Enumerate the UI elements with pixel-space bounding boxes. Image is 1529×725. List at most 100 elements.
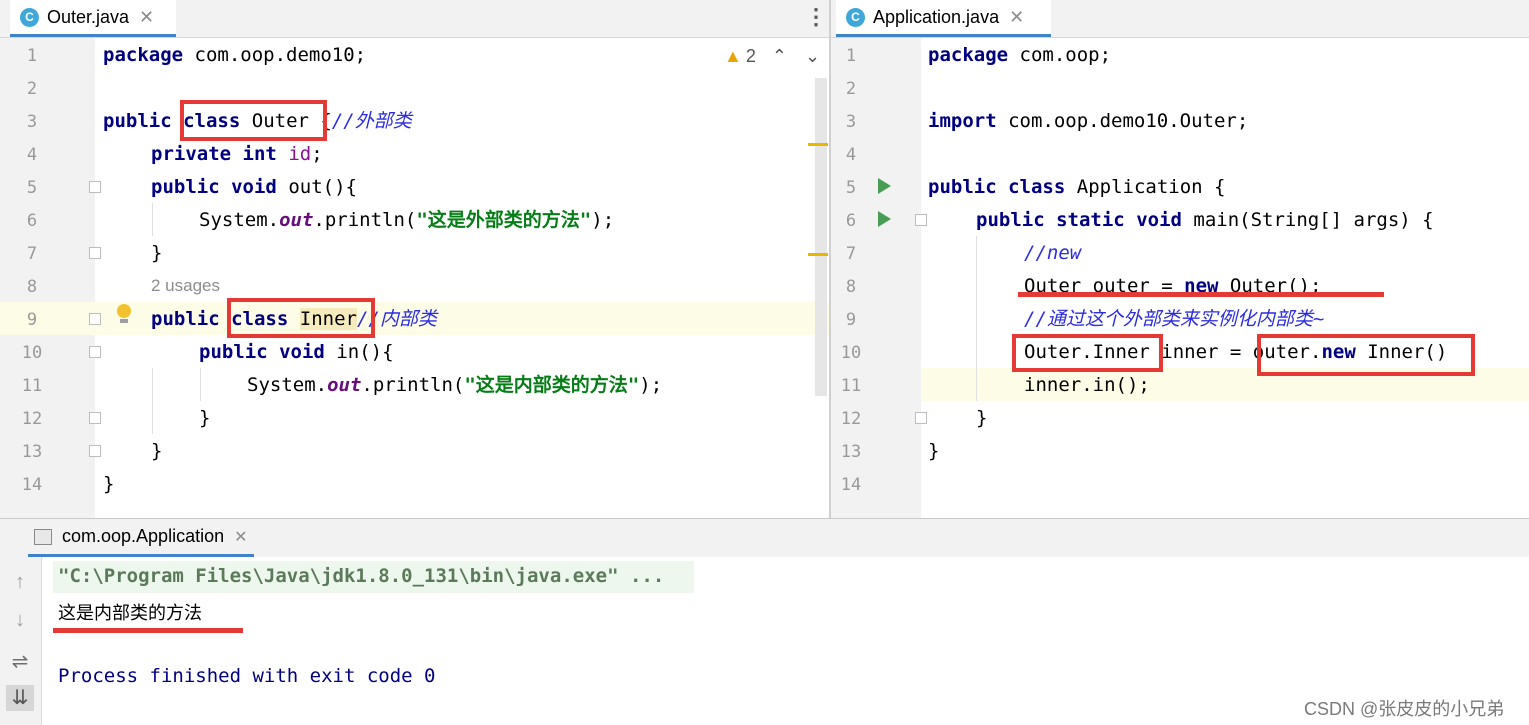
program-output: 这是内部类的方法 <box>58 603 202 624</box>
code-line-11: inner.in(); <box>1024 374 1150 396</box>
fold-icon[interactable] <box>89 247 101 259</box>
java-class-icon: C <box>20 7 39 27</box>
warning-indicator[interactable]: ▲ 2 ⌃ ⌄ <box>724 46 820 67</box>
tab-label: Application.java <box>873 6 1000 27</box>
line-number: 14 <box>840 475 862 495</box>
java-class-icon: C <box>846 7 865 27</box>
arrow-up-icon[interactable]: ↑ <box>10 571 30 593</box>
line-number: 4 <box>26 145 38 165</box>
line-number: 11 <box>21 376 43 396</box>
fold-icon[interactable] <box>915 214 927 226</box>
indent-guide <box>152 203 153 236</box>
line-number: 3 <box>845 112 857 132</box>
scroll-marker <box>808 143 828 146</box>
console-icon <box>34 528 52 545</box>
arrow-down-icon[interactable]: ↓ <box>10 609 30 631</box>
line-number: 9 <box>845 310 857 330</box>
tab-label: Outer.java <box>47 6 130 27</box>
line-number: 6 <box>845 211 857 231</box>
left-editor[interactable]: 1 2 3 4 5 6 7 8 9 10 11 12 13 14 package com.oop.demo… <box>0 38 829 518</box>
command-line: "C:\Program Files\Java\jdk1.8.0_131\bin\… <box>58 565 665 587</box>
soft-wrap-icon[interactable]: ⇌ <box>10 649 30 673</box>
code-line-12: } <box>151 440 163 462</box>
line-number: 8 <box>845 277 857 297</box>
fold-icon[interactable] <box>89 313 101 325</box>
line-number: 13 <box>840 442 862 462</box>
watermark: CSDN @张皮皮的小兄弟 <box>1304 699 1505 719</box>
run-tab[interactable]: com.oop.Application ✕ <box>28 519 254 557</box>
line-number: 2 <box>845 79 857 99</box>
right-editor[interactable]: 1 2 3 4 5 6 7 8 9 10 11 12 13 14 package com.oop; imp… <box>831 38 1529 518</box>
lightbulb-base <box>120 319 128 323</box>
run-tool-window-header: com.oop.Application ✕ <box>0 518 1529 557</box>
code-line-8: Outer outer = new Outer(); <box>1024 275 1322 297</box>
chevron-down-icon[interactable]: ⌄ <box>805 46 820 67</box>
line-number: 12 <box>21 409 43 429</box>
line-number: 6 <box>26 211 38 231</box>
line-number: 10 <box>840 343 862 363</box>
code-line-1: package com.oop; <box>928 44 1112 66</box>
line-number: 5 <box>845 178 857 198</box>
fold-icon[interactable] <box>915 412 927 424</box>
line-number: 14 <box>21 475 43 495</box>
lightbulb-icon[interactable] <box>117 304 131 318</box>
close-icon[interactable]: ✕ <box>1009 7 1024 28</box>
code-line-11: } <box>199 407 211 429</box>
code-line-6: public static void main(String[] args) { <box>976 209 1434 231</box>
line-number: 5 <box>26 178 38 198</box>
exit-message: Process finished with exit code 0 <box>58 665 436 687</box>
annotation-box-class-inner <box>227 298 375 338</box>
line-number: 13 <box>21 442 43 462</box>
tab-outer-java[interactable]: C Outer.java ✕ <box>10 0 176 37</box>
code-line-5: public void out(){ <box>151 176 357 198</box>
code-line-10: System.out.println("这是内部类的方法"); <box>247 374 663 396</box>
code-line-4: private int id; <box>151 143 323 165</box>
fold-icon[interactable] <box>89 346 101 358</box>
chevron-up-icon[interactable]: ⌃ <box>772 46 787 67</box>
indent-guide <box>200 368 201 401</box>
run-icon[interactable] <box>878 178 891 194</box>
line-number: 4 <box>845 145 857 165</box>
code-line-13: } <box>103 473 115 495</box>
code-line-7: //new <box>1024 242 1082 264</box>
code-line-1: package com.oop.demo10; <box>103 44 367 66</box>
scroll-marker <box>808 253 828 256</box>
line-number: 7 <box>845 244 857 264</box>
code-line-6: System.out.println("这是外部类的方法"); <box>199 209 615 231</box>
warning-icon: ▲ <box>724 46 742 66</box>
warning-count: 2 <box>745 46 756 66</box>
annotation-underline <box>53 628 243 633</box>
fold-icon[interactable] <box>89 181 101 193</box>
usages-hint[interactable]: 2 usages <box>151 276 220 296</box>
scrollbar[interactable] <box>815 78 827 396</box>
tab-application-java[interactable]: C Application.java ✕ <box>836 0 1051 37</box>
line-number: 7 <box>26 244 38 264</box>
console-output[interactable]: ↑ ↓ ⇌ ⇊ "C:\Program Files\Java\jdk1.8.0_… <box>0 557 1529 725</box>
line-number: 2 <box>26 79 38 99</box>
code-line-9: //通过这个外部类来实例化内部类~ <box>1024 308 1325 330</box>
code-line-5: public class Application { <box>928 176 1226 198</box>
line-number: 1 <box>845 46 857 66</box>
line-number: 12 <box>840 409 862 429</box>
line-number: 11 <box>840 376 862 396</box>
line-number: 10 <box>21 343 43 363</box>
annotation-box-class-outer <box>180 100 327 141</box>
fold-icon[interactable] <box>89 412 101 424</box>
scroll-to-end-icon[interactable]: ⇊ <box>6 685 34 711</box>
right-tabbar: C Application.java ✕ <box>831 0 1529 38</box>
left-tabbar: C Outer.java ✕ ⋮ <box>0 0 829 38</box>
fold-icon[interactable] <box>89 445 101 457</box>
run-icon[interactable] <box>878 211 891 227</box>
annotation-underline <box>1018 292 1384 297</box>
close-icon[interactable]: ✕ <box>139 7 154 28</box>
annotation-box-outer-inner-type <box>1012 334 1163 372</box>
code-line-3: import com.oop.demo10.Outer; <box>928 110 1249 132</box>
code-line-7: } <box>151 242 163 264</box>
indent-guide <box>152 368 153 434</box>
line-number: 1 <box>26 46 38 66</box>
more-options-icon[interactable]: ⋮ <box>805 6 827 28</box>
annotation-box-outer-new-inner <box>1257 334 1475 376</box>
code-line-13: } <box>928 440 940 462</box>
line-number: 8 <box>26 277 38 297</box>
close-icon[interactable]: ✕ <box>234 527 247 547</box>
